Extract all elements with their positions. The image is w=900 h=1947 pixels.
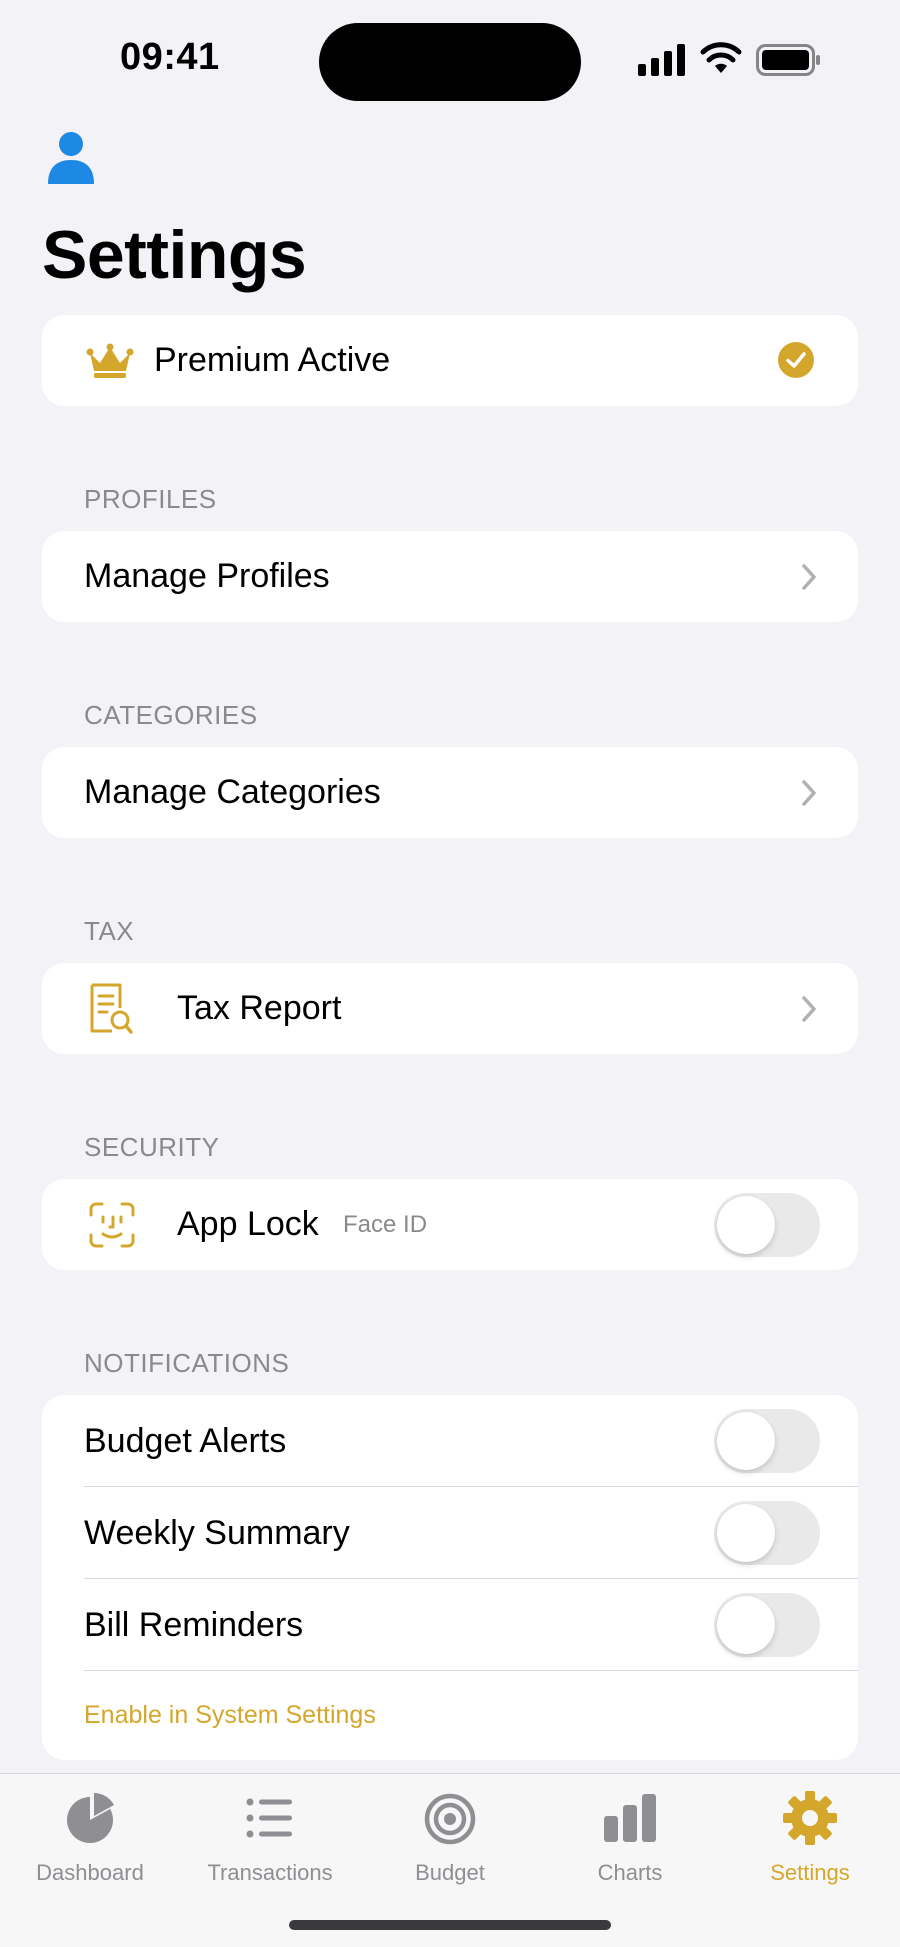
tab-settings[interactable]: Settings [720, 1774, 900, 1894]
notification-row-weekly-summary: Weekly Summary [42, 1487, 858, 1579]
section-header-notifications: NOTIFICATIONS [84, 1348, 290, 1378]
tax-report-label: Tax Report [177, 989, 342, 1027]
section-header-categories: CATEGORIES [84, 700, 258, 730]
manage-profiles-row[interactable]: Manage Profiles [42, 531, 858, 622]
section-header-profiles: PROFILES [84, 484, 217, 514]
wifi-icon [700, 42, 742, 73]
weekly-summary-label: Weekly Summary [84, 1513, 350, 1552]
bill-reminders-toggle[interactable] [714, 1593, 820, 1657]
tab-label: Settings [770, 1860, 850, 1885]
tab-label: Transactions [207, 1860, 333, 1885]
budget-alerts-toggle[interactable] [714, 1409, 820, 1473]
cellular-signal-icon [638, 44, 685, 76]
checkmark-circle-icon [778, 342, 814, 378]
status-time: 09:41 [120, 36, 220, 78]
gear-icon [783, 1791, 837, 1845]
tab-label: Charts [597, 1860, 663, 1885]
target-icon [424, 1793, 476, 1845]
tab-label: Dashboard [36, 1860, 144, 1885]
toggle-knob [717, 1195, 775, 1254]
tab-budget[interactable]: Budget [360, 1774, 540, 1894]
section-header-tax: TAX [84, 916, 135, 946]
list-icon [246, 1798, 292, 1838]
tab-charts[interactable]: Charts [540, 1774, 720, 1894]
app-lock-toggle[interactable] [714, 1192, 820, 1257]
chevron-right-icon [802, 563, 816, 590]
document-search-icon [90, 983, 133, 1034]
premium-label: Premium Active [154, 341, 391, 379]
manage-categories-row[interactable]: Manage Categories [42, 747, 858, 838]
battery-icon [756, 44, 820, 76]
person-icon [48, 132, 94, 184]
pie-chart-icon [67, 1793, 114, 1843]
home-indicator[interactable] [289, 1920, 611, 1930]
page-title: Settings [42, 217, 307, 293]
toggle-knob [717, 1504, 775, 1562]
chevron-right-icon [802, 779, 816, 806]
dynamic-island [319, 23, 581, 101]
toggle-knob [717, 1596, 775, 1654]
app-lock-row: App Lock Face ID [42, 1179, 858, 1270]
tab-transactions[interactable]: Transactions [180, 1774, 360, 1894]
app-lock-label: App Lock [177, 1205, 319, 1243]
face-id-icon [89, 1202, 135, 1248]
manage-profiles-label: Manage Profiles [84, 557, 330, 595]
notification-row-budget-alerts: Budget Alerts [42, 1395, 858, 1487]
tab-label: Budget [415, 1860, 485, 1885]
status-bar: 09:41 [0, 0, 900, 110]
enable-in-system-settings-link[interactable]: Enable in System Settings [84, 1701, 376, 1730]
profile-button[interactable] [46, 130, 96, 186]
bar-chart-icon [604, 1794, 656, 1842]
chevron-right-icon [802, 995, 816, 1022]
notifications-card: Budget Alerts Weekly Summary Bill Remind… [42, 1395, 858, 1760]
toggle-knob [717, 1412, 775, 1470]
crown-icon [86, 343, 134, 378]
manage-categories-label: Manage Categories [84, 773, 381, 811]
section-header-security: SECURITY [84, 1132, 220, 1162]
tax-report-row[interactable]: Tax Report [42, 963, 858, 1054]
premium-card[interactable]: Premium Active [42, 315, 858, 406]
budget-alerts-label: Budget Alerts [84, 1421, 287, 1460]
notification-row-bill-reminders: Bill Reminders [42, 1579, 858, 1671]
tab-dashboard[interactable]: Dashboard [0, 1774, 180, 1894]
face-id-detail: Face ID [343, 1210, 428, 1238]
weekly-summary-toggle[interactable] [714, 1501, 820, 1565]
bill-reminders-label: Bill Reminders [84, 1605, 304, 1644]
